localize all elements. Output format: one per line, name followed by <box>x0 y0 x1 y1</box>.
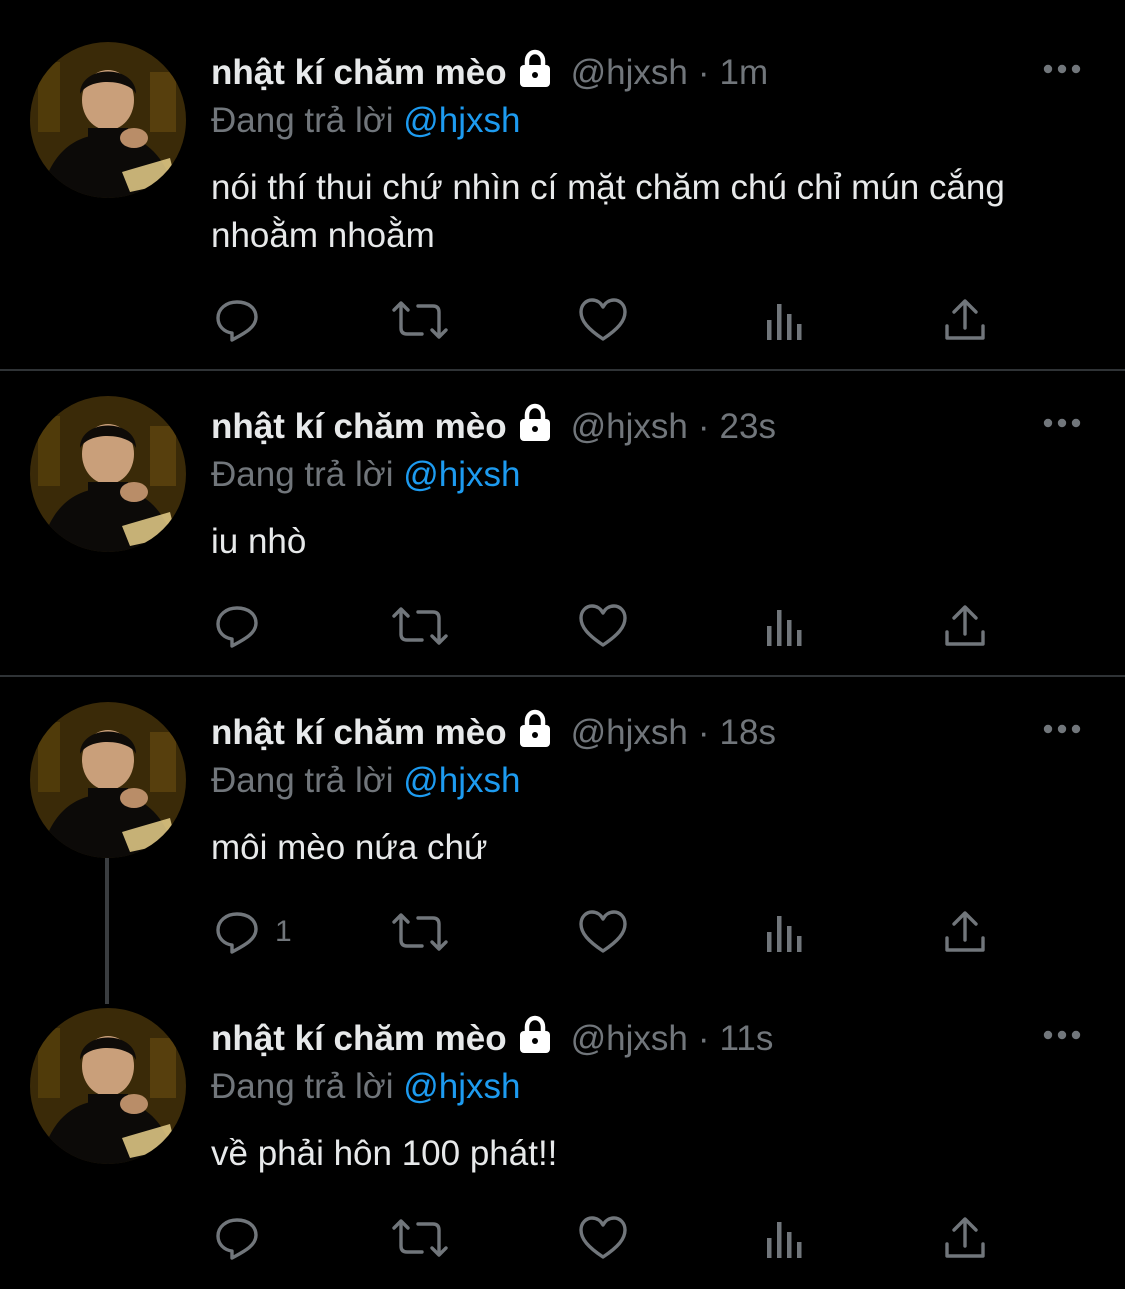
reply-icon <box>213 602 261 650</box>
avatar[interactable] <box>30 42 186 198</box>
replying-to: Đang trả lời @hjxsh <box>211 101 520 141</box>
reply-button[interactable]: 1 <box>213 908 292 956</box>
like-icon <box>578 908 628 956</box>
like-button[interactable] <box>578 1214 628 1262</box>
avatar[interactable] <box>30 396 186 552</box>
thread-connector-line <box>105 858 109 1004</box>
analytics-button[interactable] <box>763 602 807 650</box>
analytics-button[interactable] <box>763 908 807 956</box>
analytics-icon <box>763 602 807 650</box>
like-button[interactable] <box>578 602 628 650</box>
more-icon[interactable] <box>1041 1028 1083 1042</box>
replying-to-mention[interactable]: @hjxsh <box>403 101 520 140</box>
reply-icon <box>213 908 261 956</box>
replying-to: Đang trả lời @hjxsh <box>211 761 520 801</box>
separator-dot: · <box>697 713 710 752</box>
replying-to-label: Đang trả lời <box>211 1067 394 1106</box>
retweet-button[interactable] <box>390 1214 450 1262</box>
tweet-header: nhật kí chăm mèo @hjxsh · 11s <box>211 1015 774 1061</box>
replying-to-label: Đang trả lời <box>211 101 394 140</box>
reply-count: 1 <box>275 915 292 948</box>
replying-to-label: Đang trả lời <box>211 455 394 494</box>
analytics-button[interactable] <box>763 296 807 344</box>
handle[interactable]: @hjxsh <box>571 53 688 93</box>
more-icon[interactable] <box>1041 722 1083 736</box>
tweet-text: về phải hôn 100 phát!! <box>211 1134 558 1173</box>
retweet-button[interactable] <box>390 602 450 650</box>
avatar[interactable] <box>30 1008 186 1164</box>
display-name[interactable]: nhật kí chăm mèo <box>211 407 507 447</box>
reply-button[interactable] <box>213 1214 275 1262</box>
tweet-divider <box>0 675 1125 677</box>
like-button[interactable] <box>578 908 628 956</box>
share-icon <box>943 296 987 344</box>
tweet-text: nói thí thui chứ nhìn cí mặt chăm chú ch… <box>211 168 1005 255</box>
replying-to: Đang trả lời @hjxsh <box>211 455 520 495</box>
share-button[interactable] <box>943 296 987 344</box>
share-button[interactable] <box>943 1214 987 1262</box>
display-name[interactable]: nhật kí chăm mèo <box>211 713 507 753</box>
replying-to-label: Đang trả lời <box>211 761 394 800</box>
more-icon[interactable] <box>1041 62 1083 76</box>
like-icon <box>578 602 628 650</box>
handle[interactable]: @hjxsh <box>571 713 688 753</box>
lock-icon <box>515 403 555 443</box>
separator-dot: · <box>697 407 710 446</box>
retweet-button[interactable] <box>390 296 450 344</box>
retweet-icon <box>390 1214 450 1262</box>
share-icon <box>943 1214 987 1262</box>
analytics-button[interactable] <box>763 1214 807 1262</box>
share-button[interactable] <box>943 602 987 650</box>
share-icon <box>943 908 987 956</box>
replying-to-mention[interactable]: @hjxsh <box>403 1067 520 1106</box>
display-name[interactable]: nhật kí chăm mèo <box>211 1019 507 1059</box>
share-button[interactable] <box>943 908 987 956</box>
retweet-icon <box>390 296 450 344</box>
retweet-icon <box>390 602 450 650</box>
lock-icon <box>515 709 555 749</box>
like-button[interactable] <box>578 296 628 344</box>
like-icon <box>578 1214 628 1262</box>
separator-dot: · <box>697 1019 710 1058</box>
timestamp[interactable]: 23s <box>720 407 776 447</box>
tweet-text: môi mèo nứa chứ <box>211 828 488 867</box>
reply-button[interactable] <box>213 602 275 650</box>
tweet-header: nhật kí chăm mèo @hjxsh · 23s <box>211 403 776 449</box>
tweet-divider <box>0 369 1125 371</box>
replying-to: Đang trả lời @hjxsh <box>211 1067 520 1107</box>
separator-dot: · <box>697 53 710 92</box>
reply-icon <box>213 296 261 344</box>
like-icon <box>578 296 628 344</box>
analytics-icon <box>763 1214 807 1262</box>
handle[interactable]: @hjxsh <box>571 407 688 447</box>
analytics-icon <box>763 296 807 344</box>
timestamp[interactable]: 18s <box>720 713 776 753</box>
replying-to-mention[interactable]: @hjxsh <box>403 761 520 800</box>
avatar[interactable] <box>30 702 186 858</box>
display-name[interactable]: nhật kí chăm mèo <box>211 53 507 93</box>
reply-button[interactable] <box>213 296 275 344</box>
lock-icon <box>515 1015 555 1055</box>
tweet-text: iu nhò <box>211 522 307 561</box>
share-icon <box>943 602 987 650</box>
timestamp[interactable]: 1m <box>720 53 769 93</box>
tweet-header: nhật kí chăm mèo @hjxsh · 18s <box>211 709 776 755</box>
tweet-header: nhật kí chăm mèo @hjxsh · 1m <box>211 49 769 95</box>
analytics-icon <box>763 908 807 956</box>
reply-icon <box>213 1214 261 1262</box>
replying-to-mention[interactable]: @hjxsh <box>403 455 520 494</box>
retweet-button[interactable] <box>390 908 450 956</box>
handle[interactable]: @hjxsh <box>571 1019 688 1059</box>
timestamp[interactable]: 11s <box>720 1019 774 1059</box>
lock-icon <box>515 49 555 89</box>
more-icon[interactable] <box>1041 416 1083 430</box>
retweet-icon <box>390 908 450 956</box>
